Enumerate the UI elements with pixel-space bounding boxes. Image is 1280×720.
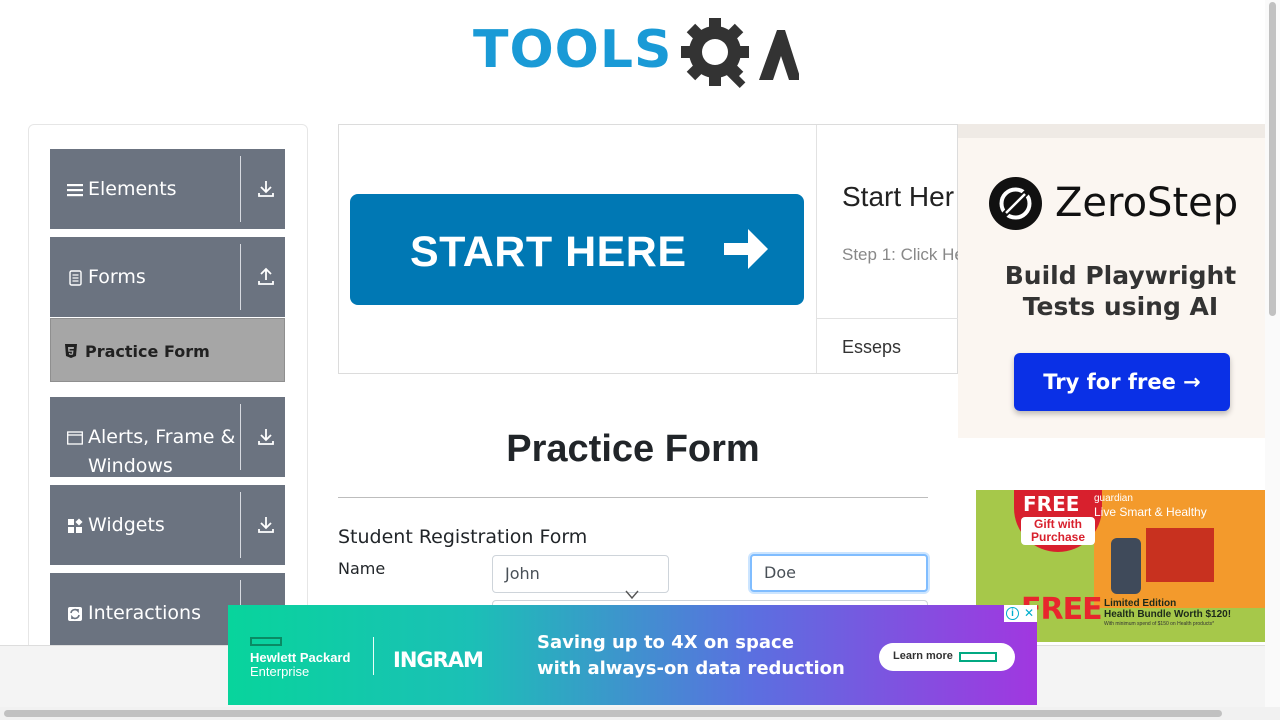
banner-title: Start Her — [842, 181, 955, 212]
adchoices-info-icon[interactable]: i — [1006, 607, 1019, 620]
document-icon — [69, 270, 82, 286]
divider — [373, 637, 374, 675]
learn-more-label: Learn more — [893, 650, 953, 662]
divider — [240, 156, 241, 222]
ingram-logo: INGRAM — [393, 648, 484, 672]
scrollbar-thumb[interactable] — [1269, 2, 1276, 316]
zerostep-headline-line1: Build Playwright — [1004, 261, 1237, 290]
offer-fineprint: With minimum spend of $150 on Health pro… — [1104, 621, 1215, 627]
hpe-headline-line2: with always-on data reduction — [537, 658, 845, 679]
zerostep-logo-icon — [989, 177, 1042, 230]
banner-link[interactable]: Esseps — [842, 337, 901, 358]
sidebar-group-label: Elements — [88, 178, 177, 200]
divider — [816, 318, 959, 319]
sidebar-group-elements[interactable]: Elements — [50, 149, 285, 229]
download-icon[interactable] — [256, 515, 276, 535]
guardian-brand: guardian — [1094, 493, 1133, 504]
last-name-input[interactable]: Doe — [750, 554, 928, 592]
sidebar-group-widgets[interactable]: Widgets — [50, 485, 285, 565]
vertical-scrollbar[interactable] — [1265, 0, 1280, 707]
close-icon[interactable]: ✕ — [1022, 606, 1036, 620]
try-for-free-button[interactable]: Try for free → — [1014, 353, 1230, 411]
start-here-button[interactable]: START HERE — [350, 194, 804, 305]
sidebar-group-alerts[interactable]: Alerts, Frame & Windows — [50, 397, 285, 477]
banner-step: Step 1: Click He — [842, 245, 964, 264]
zerostep-ad[interactable]: ZeroStep Build Playwright Tests using AI… — [958, 124, 1265, 438]
horizontal-scrollbar[interactable] — [0, 707, 1280, 720]
hpe-banner-ad[interactable]: Hewlett Packard Enterprise INGRAM Saving… — [228, 605, 1037, 705]
learn-more-button[interactable]: Learn more — [879, 643, 1015, 671]
first-name-input[interactable]: John — [492, 555, 669, 593]
sidebar-group-label-line2: Windows — [88, 455, 173, 477]
divider — [240, 244, 241, 310]
download-icon[interactable] — [256, 179, 276, 199]
sidebar-group-label: Alerts, Frame & — [88, 426, 236, 448]
arrow-right-icon — [724, 229, 768, 269]
chevron-down-icon[interactable] — [624, 589, 640, 601]
air-purifier-image — [1111, 538, 1141, 594]
divider — [816, 125, 817, 373]
sidebar-item-practice-form[interactable]: Practice Form — [50, 318, 285, 382]
adchoices[interactable]: i ✕ — [1004, 605, 1037, 622]
sidebar: Elements Forms Practice Form Alerts, Fra… — [28, 124, 308, 684]
interactions-icon — [68, 607, 82, 621]
sidebar-group-label: Widgets — [88, 514, 165, 536]
zerostep-mark-icon — [999, 187, 1032, 220]
offer-line2: Health Bundle Worth $120! — [1104, 609, 1232, 620]
badge-free-text: FREE — [1023, 492, 1080, 516]
divider — [240, 404, 241, 470]
window-icon — [67, 431, 83, 445]
widgets-icon — [68, 518, 83, 533]
zerostep-headline: Build Playwright Tests using AI — [958, 260, 1265, 322]
upload-icon[interactable] — [256, 267, 276, 287]
gear-qa-icon — [681, 18, 799, 89]
logo-text: TOOLS — [473, 20, 673, 80]
hpe-logo-icon — [250, 637, 282, 646]
html5-icon — [65, 344, 77, 358]
sidebar-group-label: Forms — [88, 266, 146, 288]
name-label: Name — [338, 559, 386, 578]
sidebar-group-forms[interactable]: Forms — [50, 237, 285, 317]
page-title: Practice Form — [506, 428, 760, 470]
list-icon — [67, 184, 83, 197]
page: TOOLS Elements Forms Practice Form Alert… — [0, 0, 1280, 720]
top-banner: START HERE Start Her Step 1: Click He Es… — [338, 124, 964, 374]
hpe-brand-line1: Hewlett Packard — [250, 650, 351, 665]
sidebar-group-label: Interactions — [88, 602, 201, 624]
download-icon[interactable] — [256, 427, 276, 447]
form-subtitle: Student Registration Form — [338, 526, 588, 548]
scrollbar-thumb[interactable] — [4, 710, 1222, 717]
sidebar-item-label: Practice Form — [85, 342, 210, 361]
ad-top-band — [958, 124, 1265, 138]
toolsqa-logo[interactable]: TOOLS — [473, 14, 799, 94]
divider — [240, 492, 241, 558]
hpe-rect-icon — [959, 652, 997, 662]
guardian-tagline: Live Smart & Healthy — [1094, 505, 1207, 519]
badge-gift-text: Gift with Purchase — [1021, 517, 1095, 545]
zerostep-headline-line2: Tests using AI — [1022, 292, 1219, 321]
offer-line1: Limited Edition — [1104, 598, 1177, 609]
hpe-brand-line2: Enterprise — [250, 664, 310, 679]
divider — [338, 497, 928, 498]
start-here-label: START HERE — [410, 228, 687, 276]
product-box-image — [1146, 528, 1214, 582]
hpe-headline-line1: Saving up to 4X on space — [537, 632, 794, 653]
zerostep-brand: ZeroStep — [1055, 180, 1239, 226]
